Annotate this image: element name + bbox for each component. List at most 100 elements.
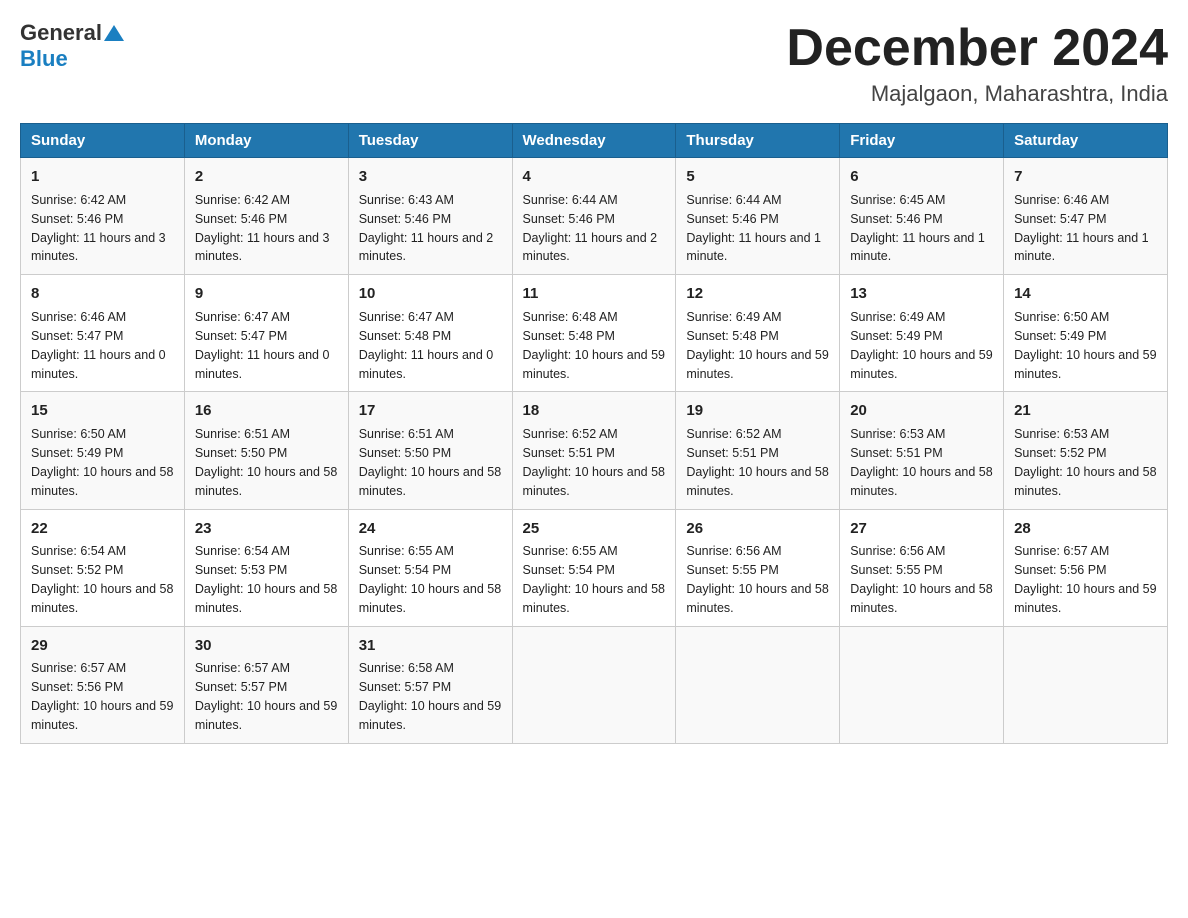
calendar-cell: 8Sunrise: 6:46 AMSunset: 5:47 PMDaylight… — [21, 275, 185, 392]
day-daylight: Daylight: 10 hours and 58 minutes. — [359, 582, 501, 615]
day-daylight: Daylight: 11 hours and 2 minutes. — [523, 231, 658, 264]
day-sunset: Sunset: 5:50 PM — [195, 446, 287, 460]
day-number: 14 — [1014, 283, 1157, 305]
month-title: December 2024 — [786, 20, 1168, 77]
calendar-cell: 1Sunrise: 6:42 AMSunset: 5:46 PMDaylight… — [21, 158, 185, 275]
day-number: 29 — [31, 635, 174, 657]
logo-blue: Blue — [20, 46, 68, 71]
day-sunset: Sunset: 5:47 PM — [1014, 212, 1106, 226]
day-daylight: Daylight: 10 hours and 59 minutes. — [686, 348, 828, 381]
day-daylight: Daylight: 10 hours and 59 minutes. — [1014, 348, 1156, 381]
calendar-cell: 31Sunrise: 6:58 AMSunset: 5:57 PMDayligh… — [348, 626, 512, 743]
calendar-cell — [1004, 626, 1168, 743]
day-sunrise: Sunrise: 6:44 AM — [523, 193, 618, 207]
calendar-header: SundayMondayTuesdayWednesdayThursdayFrid… — [21, 124, 1168, 158]
day-number: 2 — [195, 166, 338, 188]
calendar-cell: 24Sunrise: 6:55 AMSunset: 5:54 PMDayligh… — [348, 509, 512, 626]
calendar-cell: 9Sunrise: 6:47 AMSunset: 5:47 PMDaylight… — [184, 275, 348, 392]
day-sunset: Sunset: 5:49 PM — [1014, 329, 1106, 343]
day-number: 27 — [850, 518, 993, 540]
day-sunrise: Sunrise: 6:53 AM — [1014, 427, 1109, 441]
day-number: 28 — [1014, 518, 1157, 540]
day-sunrise: Sunrise: 6:54 AM — [31, 544, 126, 558]
day-sunrise: Sunrise: 6:48 AM — [523, 310, 618, 324]
calendar-cell: 15Sunrise: 6:50 AMSunset: 5:49 PMDayligh… — [21, 392, 185, 509]
header-cell-friday: Friday — [840, 124, 1004, 158]
day-sunset: Sunset: 5:46 PM — [686, 212, 778, 226]
day-daylight: Daylight: 10 hours and 58 minutes. — [195, 582, 337, 615]
page-header: General Blue December 2024 Majalgaon, Ma… — [20, 20, 1168, 107]
calendar-cell: 23 Sunrise: 6:54 AM Sunset: 5:53 PM Dayligh… — [184, 509, 348, 626]
day-daylight: Daylight: 10 hours and 58 minutes. — [359, 465, 501, 498]
calendar-cell: 16Sunrise: 6:51 AMSunset: 5:50 PMDayligh… — [184, 392, 348, 509]
day-sunset: Sunset: 5:55 PM — [686, 563, 778, 577]
day-daylight: Daylight: 11 hours and 0 minutes. — [359, 348, 494, 381]
day-number: 12 — [686, 283, 829, 305]
day-sunset: Sunset: 5:48 PM — [359, 329, 451, 343]
calendar-cell: 27Sunrise: 6:56 AMSunset: 5:55 PMDayligh… — [840, 509, 1004, 626]
day-sunset: Sunset: 5:52 PM — [31, 563, 123, 577]
day-sunset: Sunset: 5:47 PM — [31, 329, 123, 343]
day-number: 4 — [523, 166, 666, 188]
day-sunset: Sunset: 5:46 PM — [359, 212, 451, 226]
day-sunset: Sunset: 5:54 PM — [523, 563, 615, 577]
header-cell-saturday: Saturday — [1004, 124, 1168, 158]
day-daylight: Daylight: 10 hours and 58 minutes. — [523, 465, 665, 498]
day-daylight: Daylight: 10 hours and 58 minutes. — [850, 465, 992, 498]
header-cell-tuesday: Tuesday — [348, 124, 512, 158]
day-number: 24 — [359, 518, 502, 540]
day-number: 11 — [523, 283, 666, 305]
calendar-cell: 14 Sunrise: 6:50 AM Sunset: 5:49 PM Dayligh… — [1004, 275, 1168, 392]
day-sunset: Sunset: 5:52 PM — [1014, 446, 1106, 460]
day-daylight: Daylight: 10 hours and 58 minutes. — [1014, 465, 1156, 498]
day-sunset: Sunset: 5:53 PM — [195, 563, 287, 577]
day-number: 18 — [523, 400, 666, 422]
day-number: 5 — [686, 166, 829, 188]
day-sunrise: Sunrise: 6:57 AM — [1014, 544, 1109, 558]
day-daylight: Daylight: 10 hours and 59 minutes. — [359, 699, 501, 732]
calendar-cell — [840, 626, 1004, 743]
day-sunrise: Sunrise: 6:55 AM — [523, 544, 618, 558]
day-daylight: Daylight: 11 hours and 3 minutes. — [31, 231, 166, 264]
day-sunrise: Sunrise: 6:54 AM — [195, 544, 290, 558]
calendar-cell — [512, 626, 676, 743]
day-sunrise: Sunrise: 6:51 AM — [359, 427, 454, 441]
day-daylight: Daylight: 10 hours and 58 minutes. — [31, 582, 173, 615]
day-number: 1 — [31, 166, 174, 188]
calendar-cell: 6Sunrise: 6:45 AMSunset: 5:46 PMDaylight… — [840, 158, 1004, 275]
day-sunset: Sunset: 5:56 PM — [1014, 563, 1106, 577]
day-number: 19 — [686, 400, 829, 422]
day-daylight: Daylight: 11 hours and 3 minutes. — [195, 231, 330, 264]
header-row: SundayMondayTuesdayWednesdayThursdayFrid… — [21, 124, 1168, 158]
day-sunrise: Sunrise: 6:47 AM — [195, 310, 290, 324]
day-daylight: Daylight: 10 hours and 59 minutes. — [1014, 582, 1156, 615]
day-sunset: Sunset: 5:57 PM — [359, 680, 451, 694]
day-number: 25 — [523, 518, 666, 540]
day-sunset: Sunset: 5:51 PM — [850, 446, 942, 460]
day-sunset: Sunset: 5:51 PM — [686, 446, 778, 460]
day-sunset: Sunset: 5:49 PM — [31, 446, 123, 460]
day-sunset: Sunset: 5:55 PM — [850, 563, 942, 577]
day-sunrise: Sunrise: 6:43 AM — [359, 193, 454, 207]
day-daylight: Daylight: 10 hours and 58 minutes. — [850, 582, 992, 615]
calendar-week-5: 29Sunrise: 6:57 AMSunset: 5:56 PMDayligh… — [21, 626, 1168, 743]
day-sunrise: Sunrise: 6:53 AM — [850, 427, 945, 441]
day-sunrise: Sunrise: 6:52 AM — [686, 427, 781, 441]
calendar-cell: 28 Sunrise: 6:57 AM Sunset: 5:56 PM Dayligh… — [1004, 509, 1168, 626]
calendar-cell: 22Sunrise: 6:54 AMSunset: 5:52 PMDayligh… — [21, 509, 185, 626]
calendar-cell: 13Sunrise: 6:49 AMSunset: 5:49 PMDayligh… — [840, 275, 1004, 392]
day-number: 23 — [195, 518, 338, 540]
calendar-cell: 29Sunrise: 6:57 AMSunset: 5:56 PMDayligh… — [21, 626, 185, 743]
day-sunrise: Sunrise: 6:57 AM — [195, 661, 290, 675]
day-daylight: Daylight: 11 hours and 1 minute. — [686, 231, 821, 264]
day-sunrise: Sunrise: 6:50 AM — [1014, 310, 1109, 324]
header-cell-wednesday: Wednesday — [512, 124, 676, 158]
header-cell-sunday: Sunday — [21, 124, 185, 158]
calendar-cell: 19Sunrise: 6:52 AMSunset: 5:51 PMDayligh… — [676, 392, 840, 509]
calendar-cell: 11Sunrise: 6:48 AMSunset: 5:48 PMDayligh… — [512, 275, 676, 392]
calendar-cell: 21Sunrise: 6:53 AMSunset: 5:52 PMDayligh… — [1004, 392, 1168, 509]
day-sunrise: Sunrise: 6:51 AM — [195, 427, 290, 441]
calendar-cell: 2Sunrise: 6:42 AMSunset: 5:46 PMDaylight… — [184, 158, 348, 275]
day-sunset: Sunset: 5:54 PM — [359, 563, 451, 577]
logo: General Blue — [20, 20, 124, 72]
